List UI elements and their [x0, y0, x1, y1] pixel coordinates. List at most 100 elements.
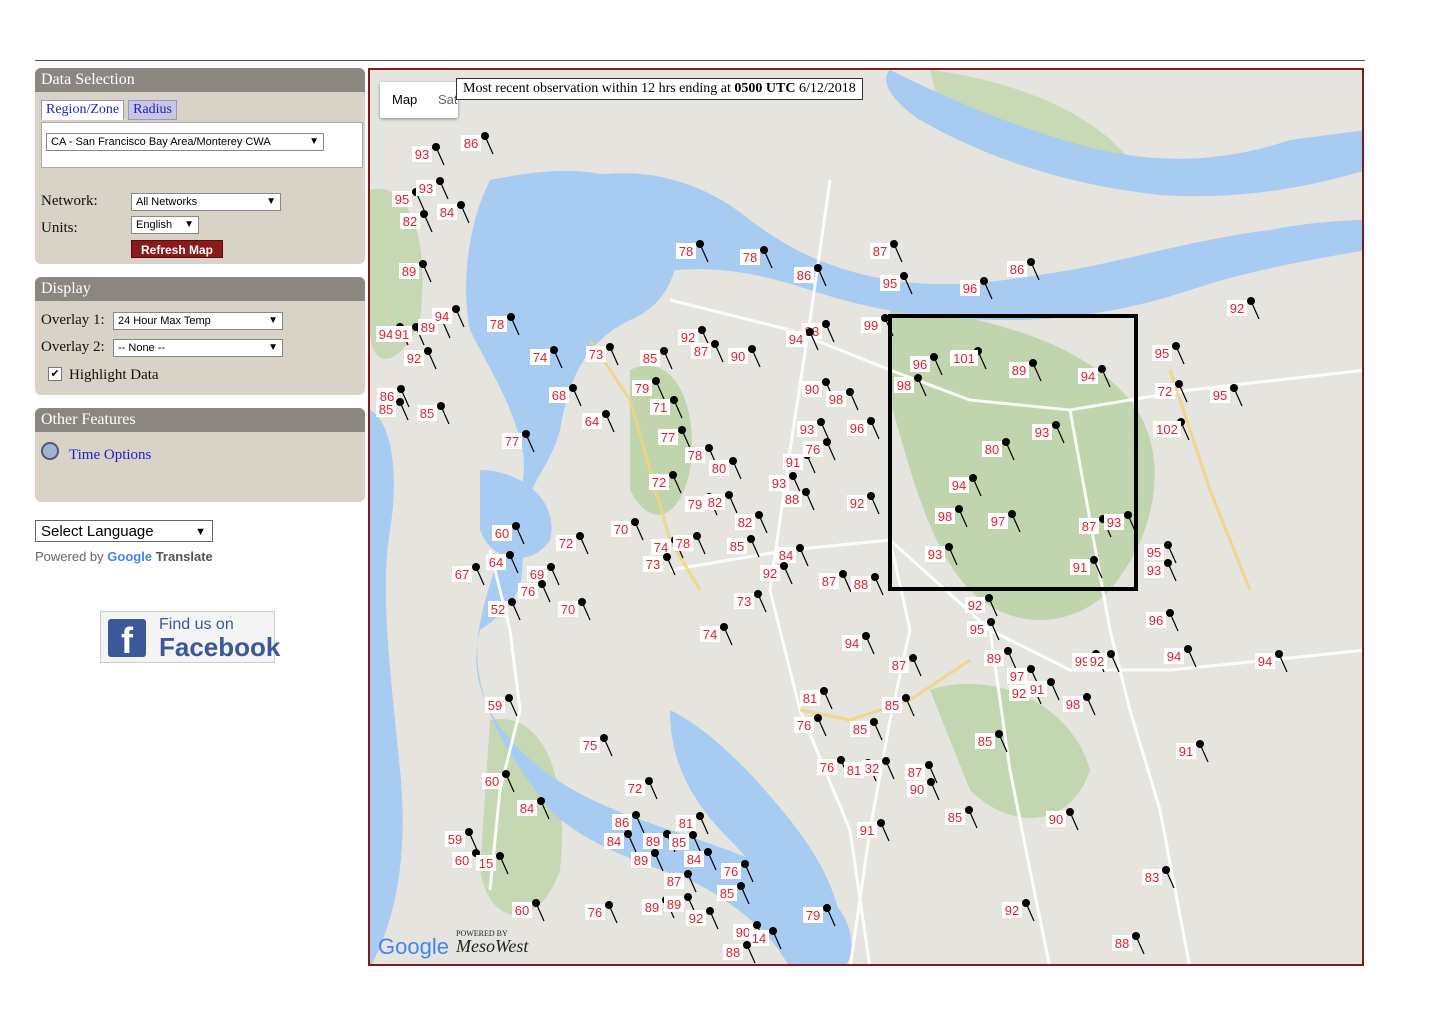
station-marker[interactable]: 91 [1027, 678, 1060, 701]
station-dot[interactable] [995, 730, 1003, 738]
station-dot[interactable] [547, 563, 555, 571]
station-marker[interactable]: 77 [658, 426, 691, 449]
station-dot[interactable] [660, 347, 668, 355]
station-marker[interactable]: 88 [723, 941, 756, 964]
station-marker[interactable]: 64 [486, 551, 519, 574]
station-marker[interactable]: 95 [1152, 342, 1185, 365]
station-dot[interactable] [760, 246, 768, 254]
station-dot[interactable] [753, 921, 761, 929]
station-marker[interactable]: 86 [461, 132, 494, 155]
station-dot[interactable] [741, 860, 749, 868]
station-dot[interactable] [743, 941, 751, 949]
station-marker[interactable]: 93 [1144, 559, 1177, 582]
station-marker[interactable]: 92 [1087, 650, 1120, 673]
station-marker[interactable]: 80 [709, 457, 742, 480]
station-dot[interactable] [396, 398, 404, 406]
station-dot[interactable] [754, 590, 762, 598]
station-dot[interactable] [670, 396, 678, 404]
station-marker[interactable]: 85 [945, 806, 978, 829]
station-marker[interactable]: 84 [604, 830, 637, 853]
station-dot[interactable] [711, 340, 719, 348]
units-select[interactable]: English ▼ [131, 216, 199, 234]
station-marker[interactable]: 87 [819, 570, 852, 593]
station-dot[interactable] [870, 718, 878, 726]
station-dot[interactable] [632, 811, 640, 819]
station-dot[interactable] [802, 488, 810, 496]
station-marker[interactable]: 74 [530, 346, 563, 369]
station-dot[interactable] [507, 313, 515, 321]
station-marker[interactable]: 70 [558, 598, 591, 621]
station-dot[interactable] [822, 320, 830, 328]
station-dot[interactable] [748, 345, 756, 353]
station-marker[interactable]: 96 [847, 417, 880, 440]
station-marker[interactable]: 96 [960, 277, 993, 300]
station-dot[interactable] [678, 426, 686, 434]
station-dot[interactable] [1184, 645, 1192, 653]
station-marker[interactable]: 88 [782, 488, 815, 511]
station-marker[interactable]: 60 [492, 522, 525, 545]
station-dot[interactable] [1230, 384, 1238, 392]
station-marker[interactable]: 93 [797, 418, 830, 441]
station-dot[interactable] [420, 210, 428, 218]
station-marker[interactable]: 73 [734, 590, 767, 613]
station-marker[interactable]: 76 [518, 580, 551, 603]
station-dot[interactable] [532, 899, 540, 907]
station-dot[interactable] [1275, 650, 1283, 658]
tab-region-zone[interactable]: Region/Zone [41, 100, 125, 120]
station-dot[interactable] [725, 491, 733, 499]
station-marker[interactable]: 92 [1002, 899, 1035, 922]
station-marker[interactable]: 32 [862, 757, 895, 780]
station-dot[interactable] [512, 522, 520, 530]
station-dot[interactable] [669, 471, 677, 479]
station-dot[interactable] [645, 777, 653, 785]
station-marker[interactable]: 87 [664, 870, 697, 893]
station-dot[interactable] [820, 687, 828, 695]
station-dot[interactable] [1247, 297, 1255, 305]
station-marker[interactable]: 94 [432, 305, 465, 328]
station-dot[interactable] [436, 177, 444, 185]
station-dot[interactable] [1107, 650, 1115, 658]
station-dot[interactable] [684, 893, 692, 901]
station-dot[interactable] [980, 277, 988, 285]
station-marker[interactable]: 88 [1112, 932, 1145, 955]
station-marker[interactable]: 81 [676, 812, 709, 835]
station-dot[interactable] [706, 907, 714, 915]
station-dot[interactable] [522, 430, 530, 438]
station-dot[interactable] [472, 563, 480, 571]
station-marker[interactable]: 84 [684, 848, 717, 871]
station-dot[interactable] [1162, 866, 1170, 874]
station-marker[interactable]: 86 [1007, 258, 1040, 281]
station-marker[interactable]: 94 [1255, 650, 1288, 673]
station-dot[interactable] [631, 518, 639, 526]
station-marker[interactable]: 91 [857, 819, 890, 842]
station-marker[interactable]: 89 [399, 260, 432, 283]
station-dot[interactable] [796, 544, 804, 552]
station-dot[interactable] [867, 417, 875, 425]
network-select[interactable]: All Networks ▼ [131, 193, 281, 211]
station-marker[interactable]: 94 [1164, 645, 1197, 668]
station-dot[interactable] [877, 819, 885, 827]
station-dot[interactable] [987, 618, 995, 626]
station-marker[interactable]: 95 [880, 272, 913, 295]
station-dot[interactable] [452, 305, 460, 313]
station-dot[interactable] [1132, 932, 1140, 940]
station-marker[interactable]: 98 [826, 388, 859, 411]
station-dot[interactable] [882, 757, 890, 765]
station-dot[interactable] [927, 778, 935, 786]
station-marker[interactable]: 93 [412, 143, 445, 166]
map-type-map-button[interactable]: Map [392, 92, 417, 107]
station-dot[interactable] [747, 535, 755, 543]
station-marker[interactable]: 85 [640, 347, 673, 370]
station-marker[interactable]: 94 [786, 328, 819, 351]
station-marker[interactable]: 71 [650, 396, 683, 419]
map-type-satellite-button[interactable]: Sat [438, 92, 458, 107]
station-dot[interactable] [1164, 559, 1172, 567]
station-marker[interactable]: 72 [625, 777, 658, 800]
language-select[interactable]: Select Language ▼ [35, 520, 213, 542]
station-dot[interactable] [684, 870, 692, 878]
station-marker[interactable]: 92 [1227, 297, 1260, 320]
station-dot[interactable] [1083, 693, 1091, 701]
station-dot[interactable] [624, 830, 632, 838]
station-marker[interactable]: 76 [721, 860, 754, 883]
station-marker[interactable]: 82 [705, 491, 738, 514]
